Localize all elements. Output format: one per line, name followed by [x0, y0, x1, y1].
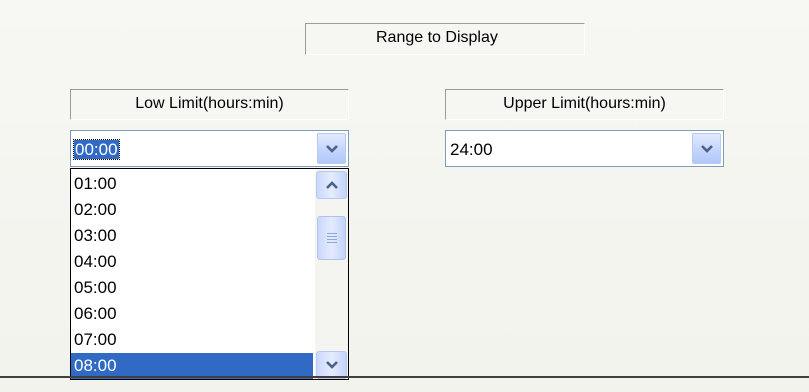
low-limit-dropdown-list[interactable]: 01:00 02:00 03:00 04:00 05:00 06:00 07:0…: [70, 168, 349, 380]
list-item[interactable]: 05:00: [71, 275, 313, 301]
scroll-down-button[interactable]: [316, 351, 347, 379]
vertical-scrollbar[interactable]: [315, 169, 348, 379]
scroll-thumb[interactable]: [317, 216, 346, 260]
chevron-up-icon: [325, 181, 338, 189]
bottom-divider: [0, 376, 809, 378]
list-item[interactable]: 06:00: [71, 301, 313, 327]
chevron-down-icon: [325, 144, 338, 153]
list-item[interactable]: 02:00: [71, 197, 313, 223]
list-item[interactable]: 04:00: [71, 249, 313, 275]
upper-limit-combobox[interactable]: 24:00: [445, 130, 724, 167]
upper-limit-label: Upper Limit(hours:min): [445, 89, 724, 120]
low-limit-label: Low Limit(hours:min): [70, 89, 349, 120]
scroll-up-button[interactable]: [316, 171, 347, 199]
upper-limit-value[interactable]: 24:00: [449, 140, 494, 159]
chevron-down-icon: [700, 144, 713, 153]
grip-icon: [326, 231, 337, 245]
low-limit-value[interactable]: 00:00: [73, 139, 120, 160]
list-item[interactable]: 03:00: [71, 223, 313, 249]
range-to-display-label: Range to Display: [305, 23, 585, 55]
list-item[interactable]: 07:00: [71, 327, 313, 353]
upper-limit-dropdown-button[interactable]: [692, 133, 721, 164]
chevron-down-icon: [325, 361, 338, 369]
low-limit-combobox[interactable]: 00:00: [70, 130, 349, 167]
list-item[interactable]: 01:00: [71, 171, 313, 197]
low-limit-dropdown-button[interactable]: [317, 133, 346, 164]
